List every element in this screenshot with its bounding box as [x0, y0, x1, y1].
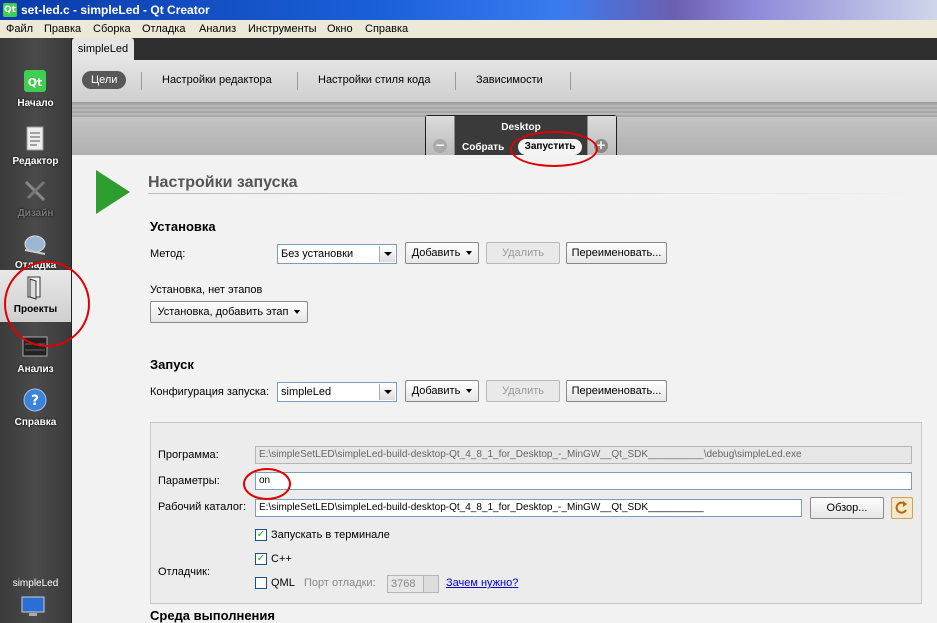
annotation-ring-arguments [243, 468, 291, 500]
install-add-step-label: Установка, добавить этап [157, 306, 289, 318]
run-in-terminal-checkbox[interactable]: ✓ [255, 529, 267, 541]
help-icon: ? [22, 387, 48, 413]
tab-separator [455, 72, 456, 90]
sidebar-item-welcome[interactable]: Qt Начало [0, 64, 71, 116]
project-tab[interactable]: simpleLed [72, 38, 134, 60]
sidebar-item-help[interactable]: ? Справка [0, 383, 71, 435]
workdir-input[interactable]: E:\simpleSetLED\simpleLed-build-desktop-… [255, 499, 802, 517]
install-heading: Установка [150, 219, 216, 234]
spin-arrows-icon [423, 576, 438, 592]
sidebar-item-design[interactable]: Дизайн [0, 174, 71, 226]
menu-file[interactable]: Файл [6, 23, 33, 35]
menu-tools[interactable]: Инструменты [248, 23, 317, 35]
install-method-value: Без установки [281, 248, 354, 260]
reset-icon[interactable] [891, 497, 913, 519]
tab-code-style[interactable]: Настройки стиля кода [318, 74, 430, 86]
project-tab-strip [72, 38, 937, 60]
qt-app-icon: Qt [3, 3, 17, 17]
program-field[interactable]: E:\simpleSetLED\simpleLed-build-desktop-… [255, 446, 912, 464]
project-subtabs: Цели Настройки редактора Настройки стиля… [72, 60, 937, 103]
chevron-down-icon [379, 246, 395, 262]
computer-monitor-icon[interactable] [20, 596, 60, 618]
why-needed-link[interactable]: Зачем нужно? [446, 577, 518, 589]
design-tools-icon [22, 178, 48, 204]
debug-qml-label: QML [271, 577, 295, 589]
chevron-down-icon [379, 384, 395, 400]
run-heading: Запуск [150, 357, 194, 372]
sidebar-item-editor[interactable]: Редактор [0, 122, 71, 174]
install-steps-label: Установка, нет этапов [150, 284, 263, 296]
run-in-terminal-label: Запускать в терминале [271, 529, 390, 541]
debugger-label: Отладчик: [158, 566, 211, 578]
menu-window[interactable]: Окно [327, 23, 353, 35]
debug-qml-checkbox[interactable] [255, 577, 267, 589]
install-add-label: Добавить [411, 247, 461, 259]
install-rename-button[interactable]: Переименовать... [566, 242, 667, 264]
debug-port-label: Порт отладки: [304, 577, 376, 589]
debug-port-value: 3768 [391, 578, 416, 590]
debug-cpp-label: C++ [271, 553, 292, 565]
page-title: Настройки запуска [148, 174, 298, 191]
tab-separator [141, 72, 142, 90]
annotation-ring-run [510, 131, 598, 167]
tab-targets[interactable]: Цели [82, 71, 127, 89]
tab-editor-settings[interactable]: Настройки редактора [162, 74, 272, 86]
menu-debug[interactable]: Отладка [142, 23, 185, 35]
chevron-down-icon [294, 310, 301, 315]
annotation-ring-projects [4, 261, 90, 347]
sidebar-item-label: Дизайн [17, 208, 54, 219]
browse-button[interactable]: Обзор... [810, 497, 884, 519]
run-rename-button[interactable]: Переименовать... [566, 380, 667, 402]
install-method-label: Метод: [150, 248, 186, 260]
document-icon [22, 126, 48, 152]
sidebar-project-label: simpleLed [12, 578, 59, 589]
tab-separator [570, 72, 571, 90]
window-title: set-led.c - simpleLed - Qt Creator [21, 3, 210, 17]
run-add-label: Добавить [411, 385, 461, 397]
install-remove-button[interactable]: Удалить [486, 242, 560, 264]
debug-cpp-checkbox[interactable]: ✓ [255, 553, 267, 565]
arguments-label: Параметры: [158, 475, 220, 487]
install-add-button[interactable]: Добавить [405, 242, 479, 264]
menu-help[interactable]: Справка [365, 23, 408, 35]
menu-build[interactable]: Сборка [93, 23, 131, 35]
remove-target-icon[interactable]: − [433, 139, 447, 153]
sidebar-item-label: Начало [17, 98, 54, 109]
menu-bar: Файл Правка Сборка Отладка Анализ Инстру… [0, 20, 937, 39]
arguments-input[interactable]: on [255, 472, 912, 490]
run-play-icon [96, 170, 130, 214]
window-title-bar: Qt set-led.c - simpleLed - Qt Creator [0, 0, 937, 20]
tab-dependencies[interactable]: Зависимости [476, 74, 543, 86]
environment-heading: Среда выполнения [150, 608, 275, 623]
program-label: Программа: [158, 449, 219, 461]
install-add-step-button[interactable]: Установка, добавить этап [150, 301, 308, 323]
tab-separator [297, 72, 298, 90]
svg-text:Qt: Qt [28, 76, 43, 89]
svg-text:?: ? [31, 393, 39, 409]
debug-port-spinbox[interactable]: 3768 [387, 575, 439, 593]
chevron-down-icon [466, 251, 473, 256]
run-remove-button[interactable]: Удалить [486, 380, 560, 402]
sidebar-item-label: Редактор [12, 156, 59, 167]
sidebar-item-label: Анализ [17, 364, 54, 375]
sidebar-item-label: Справка [14, 417, 57, 428]
menu-edit[interactable]: Правка [44, 23, 81, 35]
run-config-value: simpleLed [281, 386, 332, 398]
debug-bug-icon [22, 230, 48, 256]
title-divider [148, 193, 928, 194]
menu-analyze[interactable]: Анализ [199, 23, 236, 35]
chevron-down-icon [466, 389, 473, 394]
run-config-label: Конфигурация запуска: [150, 386, 270, 398]
run-config-combo[interactable]: simpleLed [277, 382, 397, 402]
workdir-label: Рабочий каталог: [158, 501, 247, 513]
run-add-button[interactable]: Добавить [405, 380, 479, 402]
install-method-combo[interactable]: Без установки [277, 244, 397, 264]
qt-logo-icon: Qt [22, 68, 48, 94]
build-tab[interactable]: Собрать [462, 142, 504, 153]
